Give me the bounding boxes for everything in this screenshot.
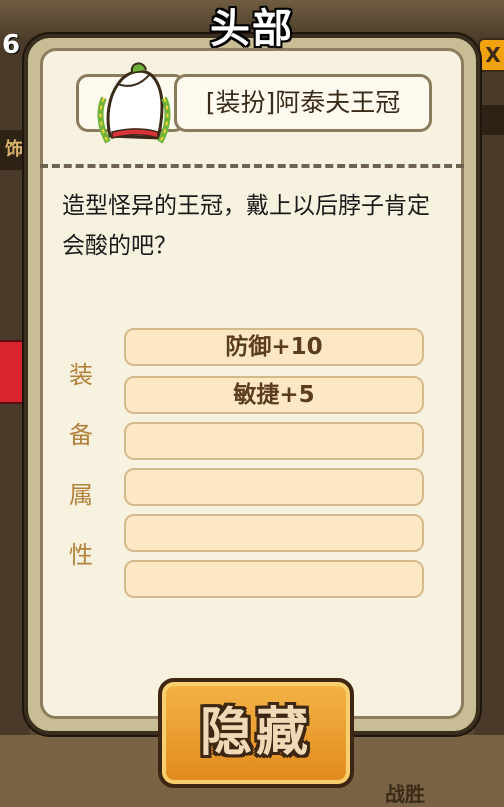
item-name: [装扮]阿泰夫王冠 [174,74,432,132]
background-side-deco-right [480,105,504,135]
attributes-label-char: 装 [69,361,93,389]
attributes-label: 装 备 属 性 [66,355,96,595]
background-bottom-text: 战胜 [385,782,425,806]
attributes-label-char: 属 [69,481,93,509]
attributes-label-char: 备 [69,421,93,449]
attribute-row [124,514,424,552]
crown-hat-icon [88,58,184,150]
attribute-row [124,422,424,460]
panel-title: 头部 [210,6,294,52]
section-divider [40,164,464,168]
attribute-row: 敏捷+5 [124,376,424,414]
attribute-row: 防御+10 [124,328,424,366]
hide-button-label: 隐藏 [199,703,312,763]
hide-button[interactable]: 隐藏 [158,678,354,788]
attribute-row [124,560,424,598]
item-description: 造型怪异的王冠，戴上以后脖子肯定会酸的吧？ [62,193,430,259]
attribute-row [124,468,424,506]
attributes-label-char: 性 [69,541,93,569]
